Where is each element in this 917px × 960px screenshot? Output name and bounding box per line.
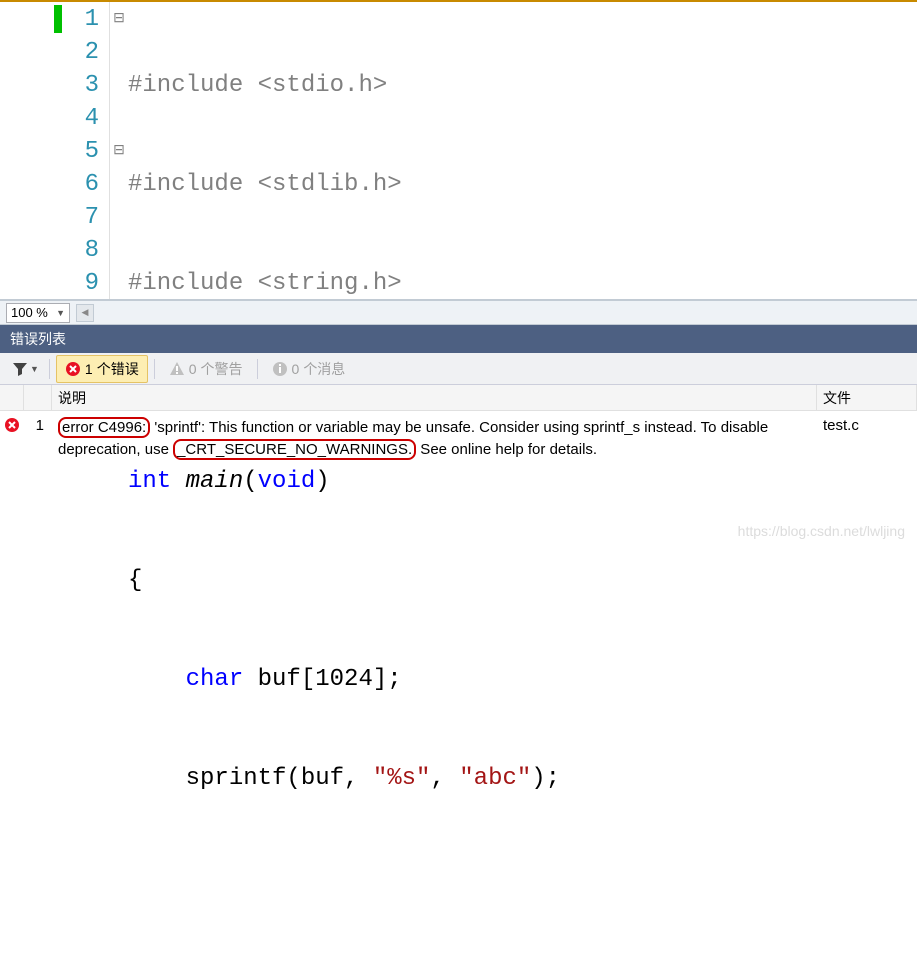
chevron-down-icon: ▼ <box>30 364 39 374</box>
line-number: 5 <box>0 135 99 168</box>
line-number: 1 <box>0 3 99 36</box>
line-number: 2 <box>0 36 99 69</box>
line-number-gutter[interactable]: 1 2 3 4 5 6 7 8 9 <box>0 2 110 299</box>
chevron-left-icon: ◀ <box>82 307 89 318</box>
line-number: 4 <box>0 102 99 135</box>
chevron-down-icon: ▼ <box>56 308 65 318</box>
scroll-left-button[interactable]: ◀ <box>76 304 94 322</box>
line-number: 9 <box>0 267 99 300</box>
line-number: 6 <box>0 168 99 201</box>
panel-title: 错误列表 <box>10 329 66 349</box>
bookmark-icon <box>54 5 62 33</box>
code-text[interactable]: #include <stdio.h> #include <stdlib.h> #… <box>128 2 917 299</box>
error-index: 1 <box>24 415 52 469</box>
error-icon <box>65 361 81 377</box>
zoom-value: 100 % <box>11 305 48 320</box>
outline-gutter[interactable]: ⊟ ⊟ <box>110 2 128 299</box>
funnel-icon <box>12 361 28 377</box>
collapse-icon[interactable]: ⊟ <box>110 3 128 36</box>
filter-button[interactable]: ▼ <box>8 359 43 379</box>
zoom-dropdown[interactable]: 100 % ▼ <box>6 303 70 323</box>
error-icon <box>4 417 20 433</box>
line-number: 8 <box>0 234 99 267</box>
line-number: 3 <box>0 69 99 102</box>
collapse-icon[interactable]: ⊟ <box>110 135 128 168</box>
line-number: 7 <box>0 201 99 234</box>
code-editor[interactable]: 1 2 3 4 5 6 7 8 9 ⊟ ⊟ #include <stdio.h>… <box>0 0 917 300</box>
